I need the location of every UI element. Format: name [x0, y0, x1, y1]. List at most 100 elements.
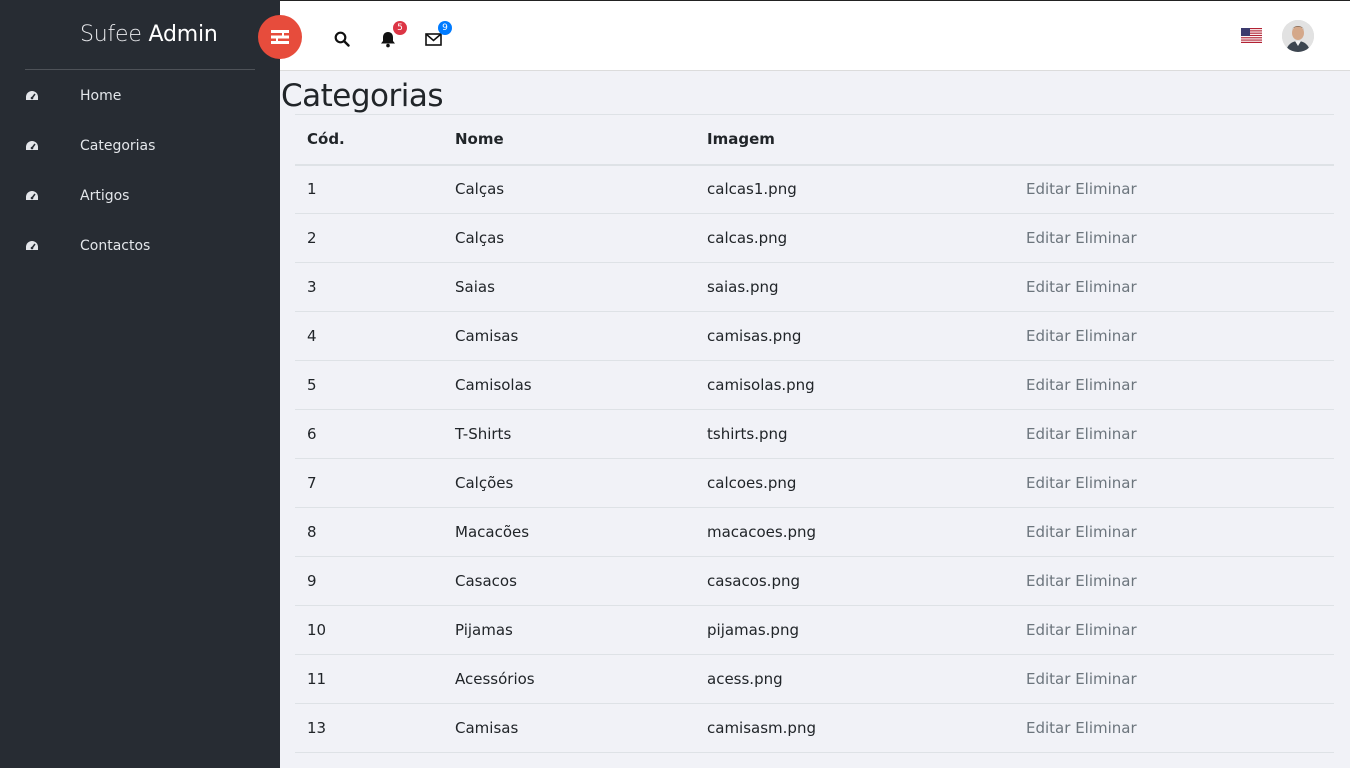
edit-link[interactable]: Editar: [1026, 229, 1070, 247]
cell-nome: Camisas: [443, 311, 695, 361]
user-avatar-icon: [1282, 20, 1314, 52]
column-header-nome: Nome: [443, 114, 695, 166]
page-title: Categorias: [281, 78, 444, 114]
delete-link[interactable]: Eliminar: [1075, 180, 1136, 198]
delete-link[interactable]: Eliminar: [1075, 621, 1136, 639]
user-avatar[interactable]: [1282, 20, 1314, 52]
cell-cod: 2: [295, 213, 443, 263]
messages-badge: 9: [438, 21, 452, 35]
menu-toggle-button[interactable]: [258, 15, 302, 59]
cell-imagem: saias.png: [695, 262, 1014, 312]
edit-link[interactable]: Editar: [1026, 621, 1070, 639]
edit-link[interactable]: Editar: [1026, 425, 1070, 443]
table-row: 13 Camisas camisasm.png Editar Eliminar: [295, 703, 1334, 753]
delete-link[interactable]: Eliminar: [1075, 376, 1136, 394]
cell-nome: Macacões: [443, 507, 695, 557]
delete-link[interactable]: Eliminar: [1075, 474, 1136, 492]
language-flag-us[interactable]: [1241, 28, 1262, 43]
cell-actions: Editar Eliminar: [1014, 507, 1334, 557]
cell-imagem: acess.png: [695, 654, 1014, 704]
notifications-badge: 5: [393, 21, 407, 35]
table-row: 3 Saias saias.png Editar Eliminar: [295, 262, 1334, 312]
notifications-button[interactable]: 5: [378, 21, 407, 49]
cell-actions: Editar Eliminar: [1014, 605, 1334, 655]
table-row: 5 Camisolas camisolas.png Editar Eliminar: [295, 360, 1334, 410]
cell-cod: 6: [295, 409, 443, 459]
cell-imagem: calcas1.png: [695, 164, 1014, 214]
edit-link[interactable]: Editar: [1026, 180, 1070, 198]
cell-imagem: camisas.png: [695, 311, 1014, 361]
delete-link[interactable]: Eliminar: [1075, 278, 1136, 296]
cell-cod: 1: [295, 164, 443, 214]
cell-actions: Editar Eliminar: [1014, 360, 1334, 410]
cell-cod: 5: [295, 360, 443, 410]
delete-link[interactable]: Eliminar: [1075, 425, 1136, 443]
table-header-row: Cód. Nome Imagem: [295, 114, 1334, 166]
edit-link[interactable]: Editar: [1026, 572, 1070, 590]
categories-table: Cód. Nome Imagem 1 Calças calcas1.png Edita…: [295, 114, 1334, 753]
cell-cod: 8: [295, 507, 443, 557]
cell-actions: Editar Eliminar: [1014, 458, 1334, 508]
edit-link[interactable]: Editar: [1026, 719, 1070, 737]
brand-logo[interactable]: Sufee Admin: [80, 22, 218, 47]
cell-imagem: tshirts.png: [695, 409, 1014, 459]
delete-link[interactable]: Eliminar: [1075, 719, 1136, 737]
table-row: 2 Calças calcas.png Editar Eliminar: [295, 213, 1334, 263]
cell-nome: Acessórios: [443, 654, 695, 704]
table-row: 10 Pijamas pijamas.png Editar Eliminar: [295, 605, 1334, 655]
sidebar-item-home[interactable]: Home: [0, 71, 280, 121]
cell-actions: Editar Eliminar: [1014, 703, 1334, 753]
sidebar-item-label: Artigos: [80, 188, 130, 204]
sidebar-item-label: Home: [80, 88, 122, 104]
cell-cod: 3: [295, 262, 443, 312]
cell-actions: Editar Eliminar: [1014, 262, 1334, 312]
column-header-imagem: Imagem: [695, 114, 1014, 166]
delete-link[interactable]: Eliminar: [1075, 572, 1136, 590]
table-row: 11 Acessórios acess.png Editar Eliminar: [295, 654, 1334, 704]
mail-icon: [424, 32, 442, 46]
delete-link[interactable]: Eliminar: [1075, 229, 1136, 247]
cell-actions: Editar Eliminar: [1014, 311, 1334, 361]
search-icon: [334, 31, 350, 47]
table-row: 1 Calças calcas1.png Editar Eliminar: [295, 164, 1334, 214]
table-row: 6 T-Shirts tshirts.png Editar Eliminar: [295, 409, 1334, 459]
cell-cod: 11: [295, 654, 443, 704]
table-row: 4 Camisas camisas.png Editar Eliminar: [295, 311, 1334, 361]
edit-link[interactable]: Editar: [1026, 327, 1070, 345]
brand-bold: Admin: [148, 22, 218, 47]
sidebar-divider: [25, 69, 255, 70]
messages-button[interactable]: 9: [423, 21, 452, 49]
cell-nome: Calções: [443, 458, 695, 508]
cell-nome: Camisolas: [443, 360, 695, 410]
delete-link[interactable]: Eliminar: [1075, 523, 1136, 541]
cell-actions: Editar Eliminar: [1014, 213, 1334, 263]
edit-link[interactable]: Editar: [1026, 474, 1070, 492]
edit-link[interactable]: Editar: [1026, 278, 1070, 296]
table-body: 1 Calças calcas1.png Editar Eliminar 2 Calças…: [295, 164, 1334, 753]
top-header: 5 9: [280, 0, 1350, 71]
cell-nome: Camisas: [443, 703, 695, 753]
sidebar-item-contactos[interactable]: Contactos: [0, 221, 280, 271]
table-row: 9 Casacos casacos.png Editar Eliminar: [295, 556, 1334, 606]
cell-nome: Casacos: [443, 556, 695, 606]
cell-cod: 7: [295, 458, 443, 508]
dashboard-icon: [25, 89, 39, 103]
column-header-cod: Cód.: [295, 114, 443, 166]
menu-icon: [271, 30, 289, 44]
sidebar-item-artigos[interactable]: Artigos: [0, 171, 280, 221]
cell-imagem: calcoes.png: [695, 458, 1014, 508]
cell-nome: Calças: [443, 213, 695, 263]
delete-link[interactable]: Eliminar: [1075, 327, 1136, 345]
delete-link[interactable]: Eliminar: [1075, 670, 1136, 688]
search-button[interactable]: [332, 29, 352, 49]
dashboard-icon: [25, 239, 39, 253]
sidebar-item-categorias[interactable]: Categorias: [0, 121, 280, 171]
edit-link[interactable]: Editar: [1026, 376, 1070, 394]
cell-cod: 13: [295, 703, 443, 753]
cell-imagem: calcas.png: [695, 213, 1014, 263]
edit-link[interactable]: Editar: [1026, 670, 1070, 688]
sidebar-item-label: Categorias: [80, 138, 156, 154]
cell-imagem: pijamas.png: [695, 605, 1014, 655]
cell-cod: 10: [295, 605, 443, 655]
edit-link[interactable]: Editar: [1026, 523, 1070, 541]
